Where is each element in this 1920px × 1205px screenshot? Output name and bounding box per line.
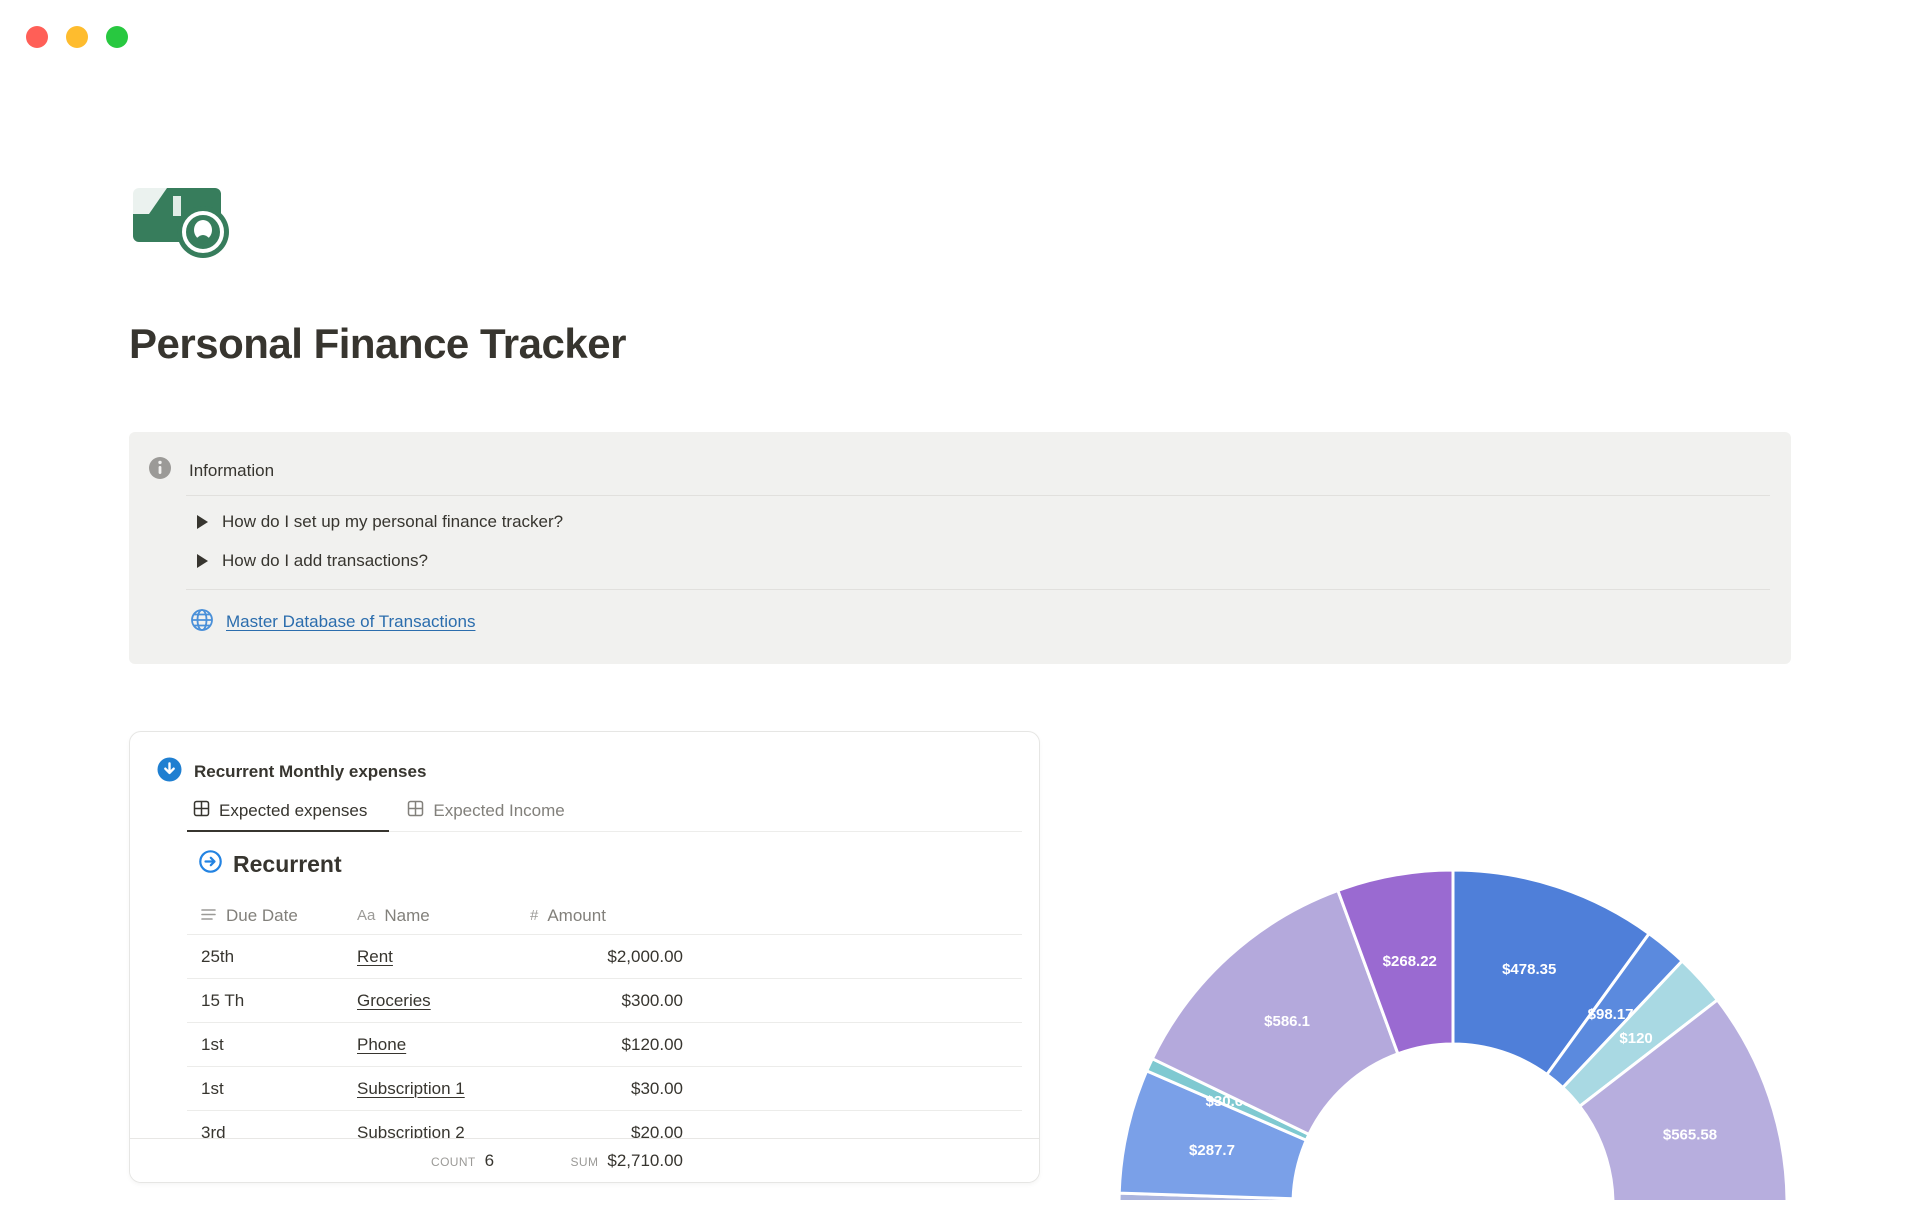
name-cell: Subscription 1 <box>357 1079 465 1099</box>
row-page-link[interactable]: Groceries <box>357 991 431 1010</box>
table-header-row: Due Date Aa Name # Amount <box>187 897 1022 935</box>
amount-cell: $120.00 <box>621 1034 683 1054</box>
amount-cell: $300.00 <box>621 990 683 1010</box>
globe-icon <box>190 608 214 637</box>
toggle-label: How do I set up my personal finance trac… <box>222 512 564 531</box>
column-header-name[interactable]: Aa Name <box>357 906 430 926</box>
card-title: Recurrent Monthly expenses <box>194 762 427 781</box>
toggle-setup-question[interactable]: How do I set up my personal finance trac… <box>197 505 563 539</box>
zoom-window-button[interactable] <box>106 26 128 48</box>
table-footer: COUNT 6 SUM $2,710.00 <box>130 1138 1039 1182</box>
sum-aggregate[interactable]: SUM $2,710.00 <box>510 1151 683 1171</box>
row-page-link[interactable]: Subscription 1 <box>357 1079 465 1098</box>
recurrent-section-header: Recurrent <box>199 850 342 878</box>
sum-label: SUM <box>570 1154 599 1169</box>
window-controls <box>26 26 128 48</box>
due-date-cell: 1st <box>201 1034 224 1054</box>
column-header-amount[interactable]: # Amount <box>530 906 606 926</box>
card-header[interactable]: Recurrent Monthly expenses <box>157 757 426 787</box>
master-database-link-label[interactable]: Master Database of Transactions <box>226 612 475 632</box>
section-title: Recurrent <box>233 850 342 877</box>
money-banknote-coin-icon[interactable] <box>131 180 237 265</box>
amount-cell: $30.00 <box>631 1078 683 1098</box>
table-row[interactable]: 25th Rent $2,000.00 <box>187 935 1022 979</box>
table-row[interactable]: 1st Subscription 1 $30.00 <box>187 1067 1022 1111</box>
divider <box>186 589 1770 590</box>
close-window-button[interactable] <box>26 26 48 48</box>
column-label: Due Date <box>226 905 298 925</box>
toggle-label: How do I add transactions? <box>222 551 429 570</box>
toggle-add-transactions-question[interactable]: How do I add transactions? <box>197 544 428 578</box>
name-cell: Rent <box>357 947 393 967</box>
minimize-window-button[interactable] <box>66 26 88 48</box>
slice-value-label: $478.35 <box>1502 961 1556 978</box>
table-row[interactable]: 1st Phone $120.00 <box>187 1023 1022 1067</box>
table-row[interactable]: 15 Th Groceries $300.00 <box>187 979 1022 1023</box>
count-value: 6 <box>484 1150 495 1170</box>
count-aggregate[interactable]: COUNT 6 <box>431 1151 494 1171</box>
view-tabs: Expected expenses Expected Income <box>187 792 1022 832</box>
slice-value-label: $287.7 <box>1189 1142 1235 1159</box>
tab-label: Expected Income <box>433 801 565 820</box>
due-date-cell: 25th <box>201 946 235 966</box>
toggle-triangle-icon[interactable] <box>197 515 208 529</box>
information-callout: Information How do I set up my personal … <box>129 432 1791 664</box>
expenses-table: Due Date Aa Name # Amount 25th Rent $2,0… <box>187 897 1022 1155</box>
row-page-link[interactable]: Rent <box>357 947 393 966</box>
circle-arrow-down-icon <box>157 757 182 787</box>
title-property-icon: Aa <box>357 907 376 924</box>
table-view-icon <box>193 800 210 822</box>
slice-value-label: $565.58 <box>1663 1126 1717 1143</box>
column-label: Name <box>384 905 430 925</box>
list-lines-icon <box>201 906 216 926</box>
number-property-icon: # <box>530 907 539 924</box>
tab-label: Expected expenses <box>219 801 368 820</box>
master-database-link[interactable]: Master Database of Transactions <box>190 607 475 637</box>
divider <box>186 495 1770 496</box>
slice-value-label: $586.1 <box>1264 1013 1310 1030</box>
info-icon <box>148 456 172 485</box>
slice-value-label: $268.22 <box>1383 953 1437 970</box>
circle-arrow-right-icon <box>199 850 222 878</box>
column-header-due-date[interactable]: Due Date <box>201 906 298 926</box>
page-title: Personal Finance Tracker <box>129 320 626 367</box>
column-label: Amount <box>547 905 606 925</box>
recurrent-expenses-card: Recurrent Monthly expenses Expected expe… <box>129 731 1040 1183</box>
table-view-icon <box>407 800 424 822</box>
count-label: COUNT <box>431 1154 476 1169</box>
due-date-cell: 1st <box>201 1078 224 1098</box>
tab-expected-income[interactable]: Expected Income <box>401 792 586 832</box>
callout-title: Information <box>189 460 275 480</box>
expenses-donut-chart: $478.35 $98.17 $120 $565.58 $287.7 $30.68 $586… <box>1100 862 1820 1205</box>
due-date-cell: 15 Th <box>201 990 245 1010</box>
row-page-link[interactable]: Phone <box>357 1035 406 1054</box>
name-cell: Groceries <box>357 991 431 1011</box>
toggle-triangle-icon[interactable] <box>197 554 208 568</box>
tab-expected-expenses[interactable]: Expected expenses <box>187 792 390 832</box>
callout-header: Information <box>148 456 274 485</box>
sum-value: $2,710.00 <box>607 1150 683 1170</box>
donut-chart-svg: $478.35$98.17$120$565.58$287.7$30.68$586… <box>1117 868 1789 1205</box>
name-cell: Phone <box>357 1035 406 1055</box>
slice-value-label: $120 <box>1619 1030 1652 1047</box>
amount-cell: $2,000.00 <box>607 946 683 966</box>
